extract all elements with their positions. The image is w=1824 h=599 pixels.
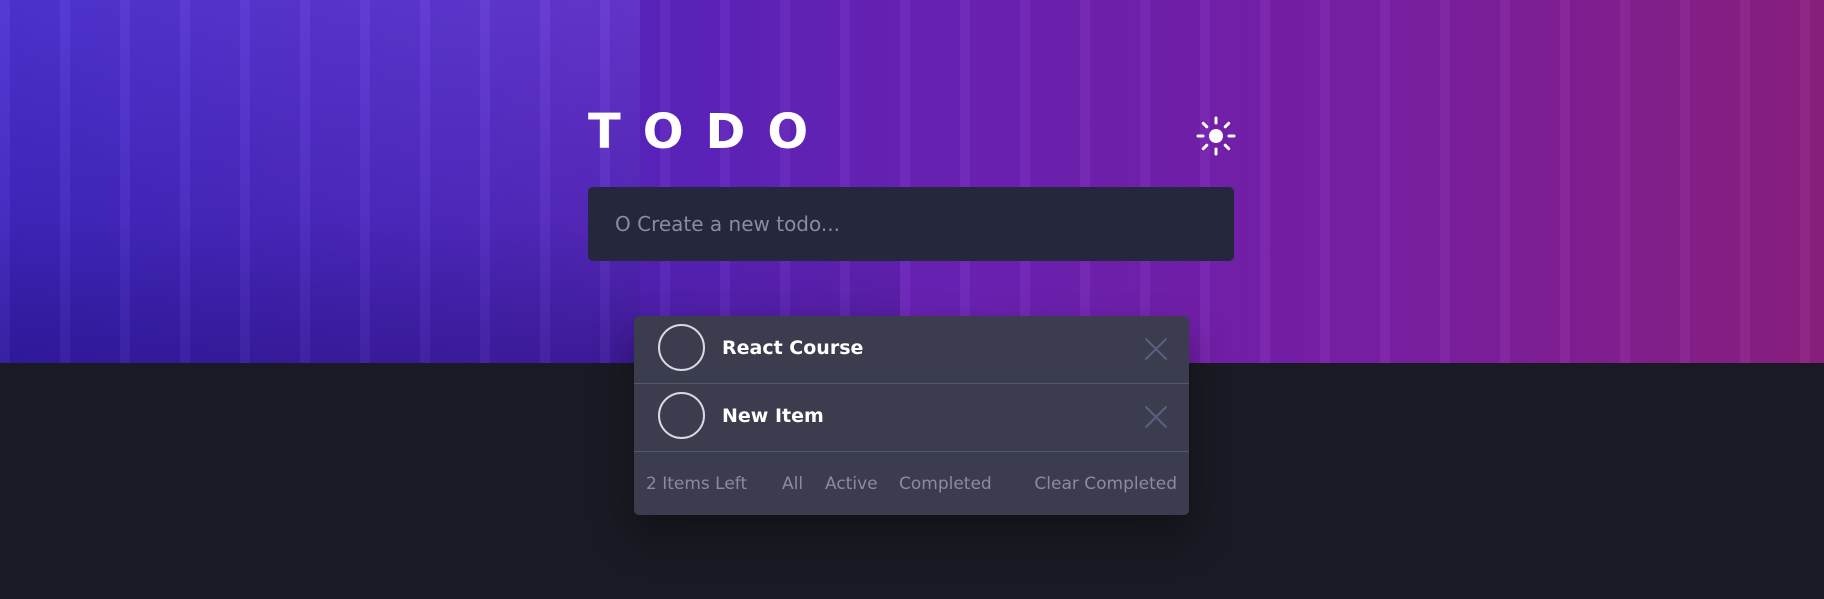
todo-footer: 2 Items Left All Active Completed Clear … xyxy=(634,452,1189,515)
close-icon xyxy=(1145,338,1167,360)
todo-checkbox[interactable] xyxy=(658,392,705,439)
delete-todo-button[interactable] xyxy=(1143,336,1169,362)
new-todo-container xyxy=(588,187,1234,261)
filter-active[interactable]: Active xyxy=(825,473,878,495)
close-icon xyxy=(1145,406,1167,428)
sun-icon xyxy=(1196,116,1236,156)
app-title: TODO xyxy=(588,104,831,160)
items-left-count: 2 Items Left xyxy=(646,474,748,494)
todo-item: React Course xyxy=(634,316,1189,384)
filter-all[interactable]: All xyxy=(782,473,803,495)
todo-text[interactable]: New Item xyxy=(722,404,824,428)
hero-banner xyxy=(0,0,1824,363)
todo-checkbox[interactable] xyxy=(658,324,705,371)
clear-completed-button[interactable]: Clear Completed xyxy=(1034,473,1177,495)
todo-text[interactable]: React Course xyxy=(722,336,863,360)
delete-todo-button[interactable] xyxy=(1143,404,1169,430)
todo-list: React Course New Item 2 Items Left All A… xyxy=(634,316,1189,515)
filter-completed[interactable]: Completed xyxy=(899,473,992,495)
theme-toggle-button[interactable] xyxy=(1196,116,1236,156)
todo-item: New Item xyxy=(634,384,1189,452)
hero-texture xyxy=(0,0,1824,363)
new-todo-input[interactable] xyxy=(613,211,1197,237)
